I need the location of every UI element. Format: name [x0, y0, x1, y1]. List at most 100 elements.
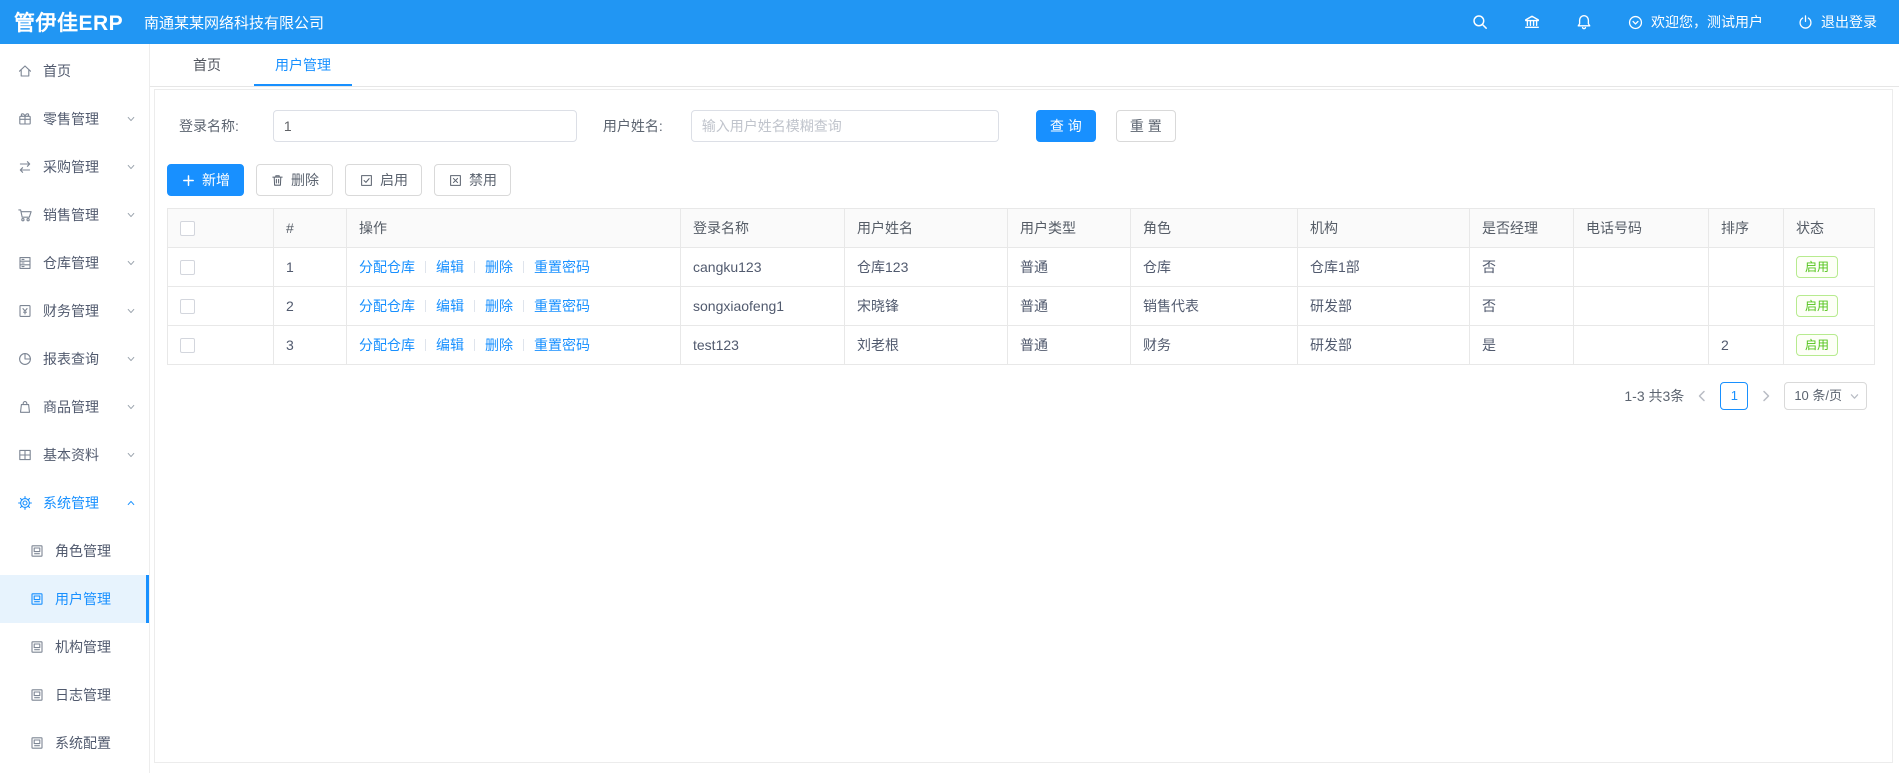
add-button[interactable]: 新增 — [167, 164, 244, 196]
row-checkbox[interactable] — [180, 299, 195, 315]
next-page-icon[interactable] — [1758, 388, 1774, 404]
status-badge[interactable]: 启用 — [1796, 295, 1839, 317]
sidebar-subitem-system-config[interactable]: 系统配置 — [0, 719, 149, 767]
sidebar-item-label: 用户管理 — [55, 591, 111, 607]
sidebar-item-goods[interactable]: 商品管理 — [0, 383, 149, 431]
retail-icon — [19, 113, 31, 125]
row-checkbox[interactable] — [180, 338, 195, 354]
sidebar: 首页 零售管理 采购管理 销售管理 仓库管理 财务管理 报表查询 商品管理 基本… — [0, 44, 150, 773]
sidebar-item-label: 财务管理 — [43, 303, 99, 319]
cell-is-manager: 是 — [1469, 325, 1574, 365]
col-index: # — [273, 208, 347, 248]
purchase-icon — [19, 161, 31, 173]
sidebar-item-label: 系统配置 — [55, 735, 111, 751]
document-icon — [31, 689, 43, 701]
link-separator — [474, 300, 475, 312]
cell-org: 研发部 — [1297, 325, 1470, 365]
search-button[interactable]: 查 询 — [1035, 110, 1096, 142]
content-card: 登录名称: 用户姓名: 查 询 重 置 新增 删除 启用 — [154, 89, 1893, 763]
bank-icon[interactable] — [1523, 13, 1541, 31]
sidebar-subitem-org-mgmt[interactable]: 机构管理 — [0, 623, 149, 671]
sales-cart-icon — [18, 209, 32, 222]
row-checkbox[interactable] — [180, 260, 195, 276]
sidebar-item-reports[interactable]: 报表查询 — [0, 335, 149, 383]
search-icon[interactable] — [1471, 13, 1489, 31]
cell-actions: 分配仓库 编辑 删除 重置密码 — [346, 325, 681, 365]
chevron-down-icon — [127, 356, 135, 362]
delete-link[interactable]: 删除 — [485, 298, 513, 314]
current-page-button[interactable]: 1 — [1720, 382, 1749, 410]
link-separator — [425, 261, 426, 273]
logout-button[interactable]: 退出登录 — [1797, 12, 1877, 32]
delete-link[interactable]: 删除 — [485, 259, 513, 275]
basic-data-icon — [19, 449, 31, 461]
sidebar-subitem-role-mgmt[interactable]: 角色管理 — [0, 527, 149, 575]
bell-icon[interactable] — [1575, 13, 1593, 31]
users-table: # 操作 登录名称 用户姓名 用户类型 角色 机构 是否经理 电话号码 排序 状… — [167, 208, 1875, 365]
col-actions: 操作 — [346, 208, 681, 248]
toolbar: 新增 删除 启用 禁用 — [167, 164, 1880, 196]
sidebar-subitem-log-mgmt[interactable]: 日志管理 — [0, 671, 149, 719]
sidebar-item-basic-data[interactable]: 基本资料 — [0, 431, 149, 479]
company-name: 南通某某网络科技有限公司 — [144, 14, 325, 32]
cell-sort — [1708, 247, 1784, 287]
table-row: 3 分配仓库 编辑 删除 重置密码 test123 刘老根 普通 财务 研发部 是 2… — [167, 325, 1875, 365]
edit-link[interactable]: 编辑 — [436, 337, 464, 353]
edit-link[interactable]: 编辑 — [436, 259, 464, 275]
prev-page-icon[interactable] — [1694, 388, 1710, 404]
link-separator — [425, 300, 426, 312]
cell-index: 3 — [273, 325, 347, 365]
sidebar-item-system[interactable]: 系统管理 — [0, 479, 149, 527]
delete-link[interactable]: 删除 — [485, 337, 513, 353]
sidebar-item-label: 机构管理 — [55, 639, 111, 655]
cell-role: 仓库 — [1130, 247, 1298, 287]
login-name-input[interactable] — [272, 110, 577, 142]
cell-user-type: 普通 — [1007, 247, 1131, 287]
tab-home[interactable]: 首页 — [172, 44, 242, 86]
edit-link[interactable]: 编辑 — [436, 298, 464, 314]
sidebar-item-retail[interactable]: 零售管理 — [0, 95, 149, 143]
user-menu[interactable]: 欢迎您，测试用户 — [1627, 12, 1763, 32]
select-all-checkbox[interactable] — [180, 221, 195, 237]
enable-label: 启用 — [380, 172, 408, 188]
reset-button[interactable]: 重 置 — [1115, 110, 1176, 142]
main-content: 首页 用户管理 登录名称: 用户姓名: 查 询 重 置 新增 — [150, 44, 1899, 773]
disable-button[interactable]: 禁用 — [434, 164, 511, 196]
goods-bag-icon — [19, 401, 31, 413]
report-pie-icon — [19, 353, 31, 365]
reset-password-link[interactable]: 重置密码 — [534, 337, 590, 353]
col-login-name: 登录名称 — [680, 208, 845, 248]
cell-actions: 分配仓库 编辑 删除 重置密码 — [346, 286, 681, 326]
sidebar-subitem-user-mgmt[interactable]: 用户管理 — [0, 575, 149, 623]
reset-password-link[interactable]: 重置密码 — [534, 298, 590, 314]
table-header-row: # 操作 登录名称 用户姓名 用户类型 角色 机构 是否经理 电话号码 排序 状… — [167, 208, 1875, 248]
tab-user-mgmt[interactable]: 用户管理 — [254, 44, 352, 86]
sidebar-item-home[interactable]: 首页 — [0, 47, 149, 95]
user-name-input[interactable] — [690, 110, 999, 142]
sidebar-item-purchase[interactable]: 采购管理 — [0, 143, 149, 191]
sidebar-item-warehouse[interactable]: 仓库管理 — [0, 239, 149, 287]
assign-warehouse-link[interactable]: 分配仓库 — [359, 298, 415, 314]
enable-button[interactable]: 启用 — [345, 164, 422, 196]
sidebar-item-finance[interactable]: 财务管理 — [0, 287, 149, 335]
pagination-total: 1-3 共3条 — [1624, 388, 1685, 404]
assign-warehouse-link[interactable]: 分配仓库 — [359, 337, 415, 353]
delete-button[interactable]: 删除 — [256, 164, 333, 196]
document-icon — [31, 593, 43, 605]
cell-index: 2 — [273, 286, 347, 326]
assign-warehouse-link[interactable]: 分配仓库 — [359, 259, 415, 275]
status-badge[interactable]: 启用 — [1796, 334, 1839, 356]
reset-password-link[interactable]: 重置密码 — [534, 259, 590, 275]
user-circle-icon — [1628, 15, 1643, 29]
cell-login-name: songxiaofeng1 — [680, 286, 845, 326]
sidebar-item-label: 商品管理 — [43, 399, 99, 415]
check-square-icon — [361, 174, 372, 186]
status-badge[interactable]: 启用 — [1796, 256, 1839, 278]
sidebar-item-sales[interactable]: 销售管理 — [0, 191, 149, 239]
cell-phone — [1573, 325, 1709, 365]
cell-org: 研发部 — [1297, 286, 1470, 326]
chevron-down-icon — [127, 260, 135, 266]
link-separator — [523, 339, 524, 351]
sidebar-item-label: 报表查询 — [43, 351, 99, 367]
page-size-select[interactable]: 10 条/页 — [1784, 382, 1867, 410]
